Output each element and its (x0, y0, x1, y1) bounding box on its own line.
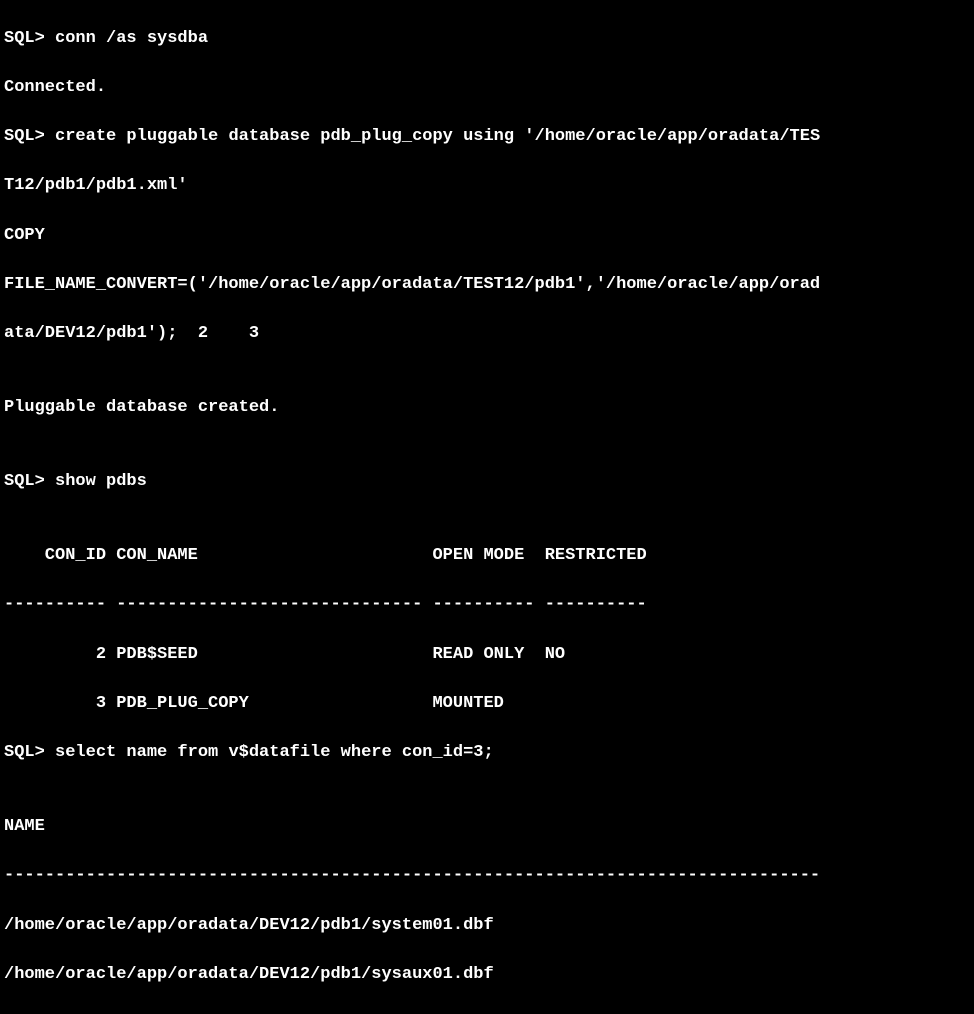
cmd-conn: conn /as sysdba (55, 29, 208, 48)
cmd-create-pdb-part3: COPY (4, 224, 970, 249)
sql-prompt: SQL> (4, 127, 55, 146)
table-header-pdbs: CON_ID CON_NAME OPEN MODE RESTRICTED (4, 544, 970, 569)
cmd-select-datafile: select name from v$datafile where con_id… (55, 743, 494, 762)
response-pdb-created: Pluggable database created. (4, 396, 970, 421)
table-row-pdbseed: 2 PDB$SEED READ ONLY NO (4, 643, 970, 668)
result-row-system01: /home/oracle/app/oradata/DEV12/pdb1/syst… (4, 914, 970, 939)
cmd-create-pdb-part4: FILE_NAME_CONVERT=('/home/oracle/app/ora… (4, 273, 970, 298)
response-connected: Connected. (4, 76, 970, 101)
cmd-line-select-datafile: SQL> select name from v$datafile where c… (4, 741, 970, 766)
terminal-output[interactable]: SQL> conn /as sysdba Connected. SQL> cre… (0, 0, 974, 1014)
cmd-create-pdb-part2: T12/pdb1/pdb1.xml' (4, 174, 970, 199)
cmd-create-pdb-part1: create pluggable database pdb_plug_copy … (55, 127, 820, 146)
sql-prompt: SQL> (4, 743, 55, 762)
result-row-sysaux01: /home/oracle/app/oradata/DEV12/pdb1/sysa… (4, 963, 970, 988)
sql-prompt: SQL> (4, 472, 55, 491)
cmd-line-show-pdbs: SQL> show pdbs (4, 470, 970, 495)
cmd-line-create-pdb: SQL> create pluggable database pdb_plug_… (4, 125, 970, 150)
cmd-show-pdbs: show pdbs (55, 472, 147, 491)
column-header-name: NAME (4, 815, 970, 840)
table-separator: ---------- -----------------------------… (4, 593, 970, 618)
table-row-pdbplugcopy: 3 PDB_PLUG_COPY MOUNTED (4, 692, 970, 717)
cmd-line-conn: SQL> conn /as sysdba (4, 27, 970, 52)
sql-prompt: SQL> (4, 29, 55, 48)
cmd-create-pdb-part5: ata/DEV12/pdb1'); 2 3 (4, 322, 970, 347)
result-separator: ----------------------------------------… (4, 864, 970, 889)
